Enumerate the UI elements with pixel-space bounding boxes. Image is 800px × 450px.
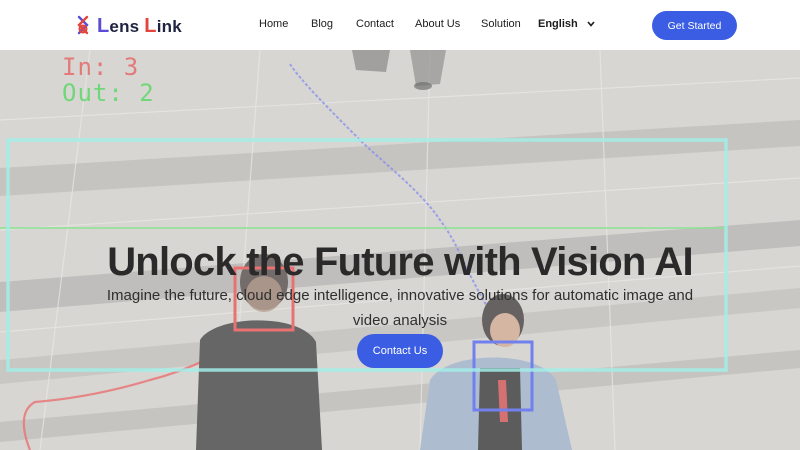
language-selector[interactable]: English: [538, 18, 595, 30]
hero-subtitle: Imagine the future, cloud edge intellige…: [106, 287, 694, 329]
contact-us-button[interactable]: Contact Us: [357, 334, 443, 368]
nav-solution[interactable]: Solution: [481, 18, 521, 30]
people-out-counter: Out: 2: [62, 79, 155, 107]
language-label: English: [538, 18, 578, 30]
nav-home[interactable]: Home: [259, 18, 288, 30]
people-in-counter: In: 3: [62, 53, 140, 81]
hero-title: Unlock the Future with Vision AI: [107, 239, 693, 284]
nav-contact[interactable]: Contact: [356, 18, 394, 30]
nav-blog[interactable]: Blog: [311, 18, 333, 30]
get-started-button[interactable]: Get Started: [652, 11, 737, 40]
top-navbar: Lens Link Home Blog Contact About Us Sol…: [0, 0, 800, 50]
chevron-down-icon: [587, 19, 595, 29]
nav-about-us[interactable]: About Us: [415, 18, 460, 30]
